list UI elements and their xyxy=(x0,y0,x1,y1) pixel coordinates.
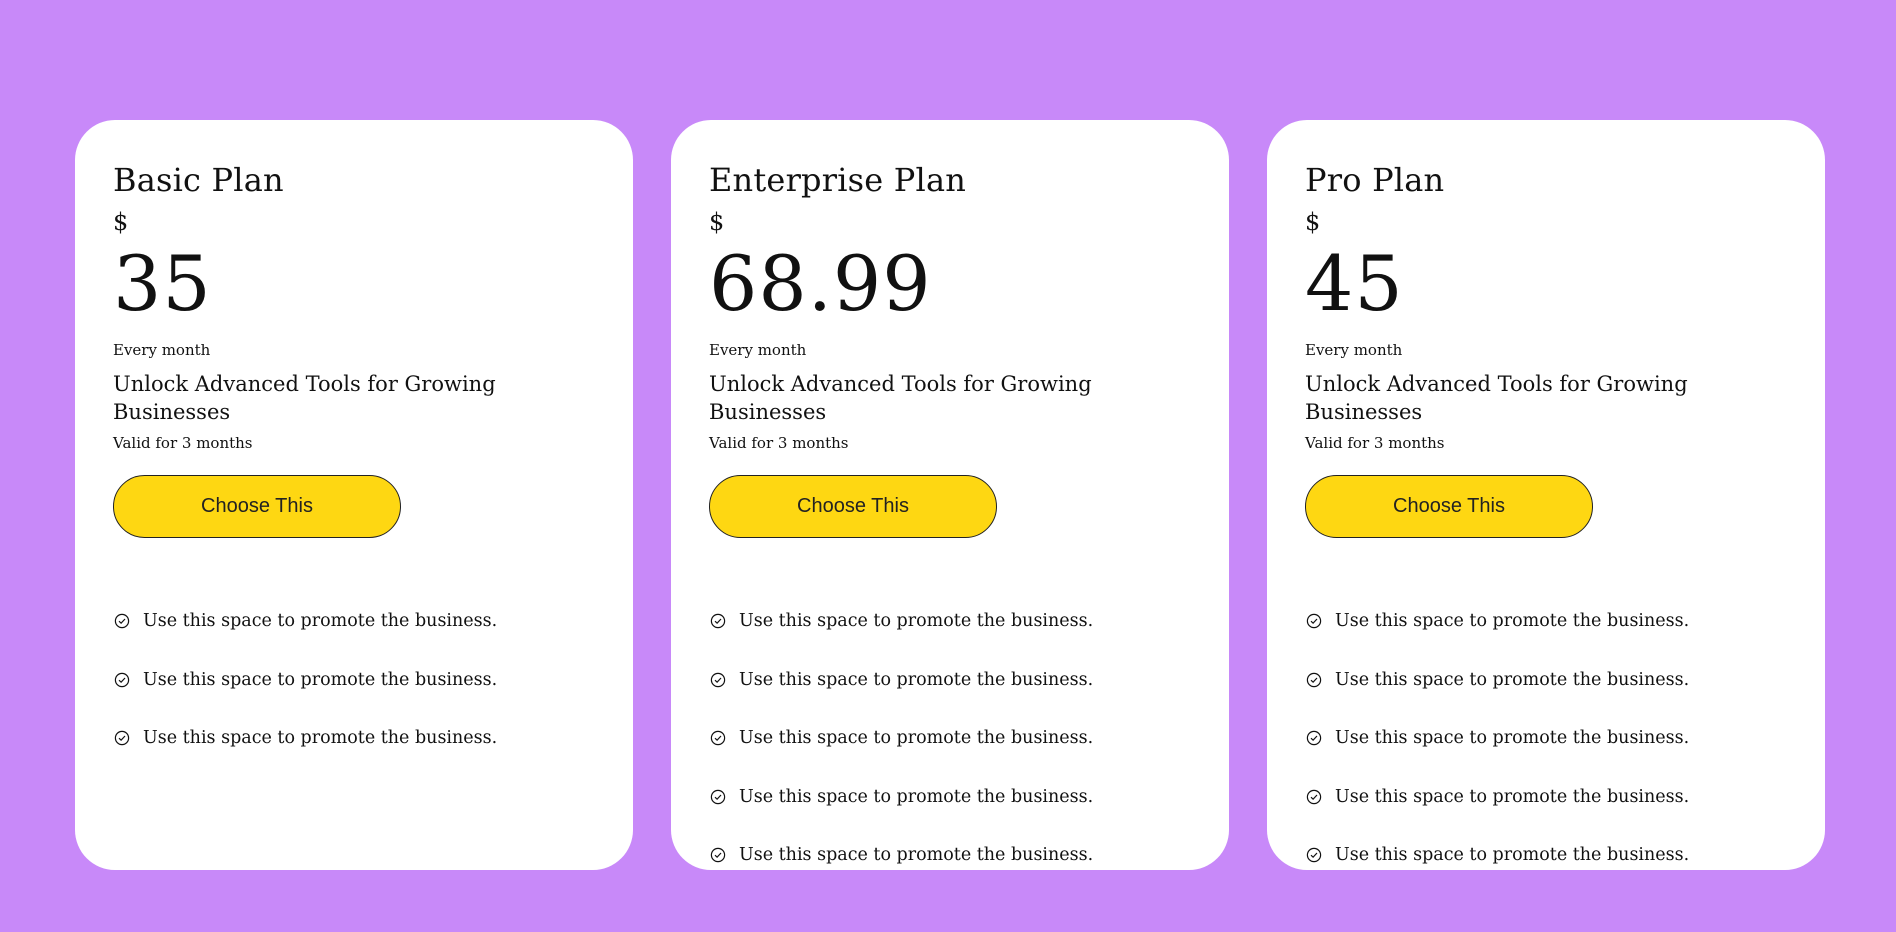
feature-text: Use this space to promote the business. xyxy=(143,611,498,631)
plan-validity: Valid for 3 months xyxy=(1305,434,1445,452)
choose-plan-button[interactable]: Choose This xyxy=(1305,475,1593,538)
feature-item: Use this space to promote the business. xyxy=(1305,666,1787,694)
feature-list: Use this space to promote the business. … xyxy=(709,607,1191,869)
check-circle-icon xyxy=(1306,730,1322,746)
check-circle-icon xyxy=(114,613,130,629)
plan-card-enterprise: Enterprise Plan $ 68.99 Every month Unlo… xyxy=(671,120,1229,870)
feature-text: Use this space to promote the business. xyxy=(143,728,498,748)
plan-card-pro: Pro Plan $ 45 Every month Unlock Advance… xyxy=(1267,120,1825,870)
check-circle-icon xyxy=(710,847,726,863)
check-circle-icon xyxy=(710,789,726,805)
currency-symbol: $ xyxy=(709,208,725,236)
check-circle-icon xyxy=(710,730,726,746)
feature-text: Use this space to promote the business. xyxy=(1335,728,1690,748)
check-circle-icon xyxy=(1306,613,1322,629)
check-circle-icon xyxy=(710,613,726,629)
choose-plan-button[interactable]: Choose This xyxy=(113,475,401,538)
plan-tagline: Unlock Advanced Tools for Growing Busine… xyxy=(113,372,496,424)
feature-item: Use this space to promote the business. xyxy=(709,724,1191,752)
billing-period: Every month xyxy=(113,341,211,359)
billing-period: Every month xyxy=(1305,341,1403,359)
feature-text: Use this space to promote the business. xyxy=(1335,845,1690,865)
plan-price: 45 xyxy=(1305,239,1404,328)
feature-item: Use this space to promote the business. xyxy=(1305,724,1787,752)
feature-item: Use this space to promote the business. xyxy=(709,666,1191,694)
pricing-cards: Basic Plan $ 35 Every month Unlock Advan… xyxy=(75,120,1825,870)
feature-item: Use this space to promote the business. xyxy=(709,783,1191,811)
plan-validity: Valid for 3 months xyxy=(709,434,849,452)
feature-item: Use this space to promote the business. xyxy=(1305,841,1787,869)
feature-item: Use this space to promote the business. xyxy=(113,666,595,694)
check-circle-icon xyxy=(114,730,130,746)
feature-text: Use this space to promote the business. xyxy=(739,786,1094,807)
plan-validity: Valid for 3 months xyxy=(113,434,253,452)
check-circle-icon xyxy=(1306,672,1322,688)
check-circle-icon xyxy=(114,672,130,688)
check-circle-icon xyxy=(1306,789,1322,805)
check-circle-icon xyxy=(710,672,726,688)
feature-item: Use this space to promote the business. xyxy=(709,841,1191,869)
feature-text: Use this space to promote the business. xyxy=(143,669,498,690)
plan-tagline: Unlock Advanced Tools for Growing Busine… xyxy=(1305,372,1688,424)
feature-item: Use this space to promote the business. xyxy=(1305,783,1787,811)
feature-list: Use this space to promote the business. … xyxy=(113,607,595,752)
feature-item: Use this space to promote the business. xyxy=(709,607,1191,635)
currency-symbol: $ xyxy=(113,208,129,236)
feature-text: Use this space to promote the business. xyxy=(739,845,1094,865)
feature-item: Use this space to promote the business. xyxy=(113,724,595,752)
plan-card-basic: Basic Plan $ 35 Every month Unlock Advan… xyxy=(75,120,633,870)
feature-text: Use this space to promote the business. xyxy=(739,611,1094,631)
plan-name: Basic Plan xyxy=(113,161,284,199)
feature-item: Use this space to promote the business. xyxy=(113,607,595,635)
feature-item: Use this space to promote the business. xyxy=(1305,607,1787,635)
feature-text: Use this space to promote the business. xyxy=(1335,611,1690,631)
check-circle-icon xyxy=(1306,847,1322,863)
plan-price: 35 xyxy=(113,239,212,328)
billing-period: Every month xyxy=(709,341,807,359)
plan-tagline: Unlock Advanced Tools for Growing Busine… xyxy=(709,372,1092,424)
feature-text: Use this space to promote the business. xyxy=(1335,786,1690,807)
currency-symbol: $ xyxy=(1305,208,1321,236)
plan-name: Pro Plan xyxy=(1305,161,1445,199)
feature-list: Use this space to promote the business. … xyxy=(1305,607,1787,869)
plan-name: Enterprise Plan xyxy=(709,161,967,199)
feature-text: Use this space to promote the business. xyxy=(1335,669,1690,690)
choose-plan-button[interactable]: Choose This xyxy=(709,475,997,538)
feature-text: Use this space to promote the business. xyxy=(739,669,1094,690)
plan-price: 68.99 xyxy=(709,239,932,328)
feature-text: Use this space to promote the business. xyxy=(739,728,1094,748)
